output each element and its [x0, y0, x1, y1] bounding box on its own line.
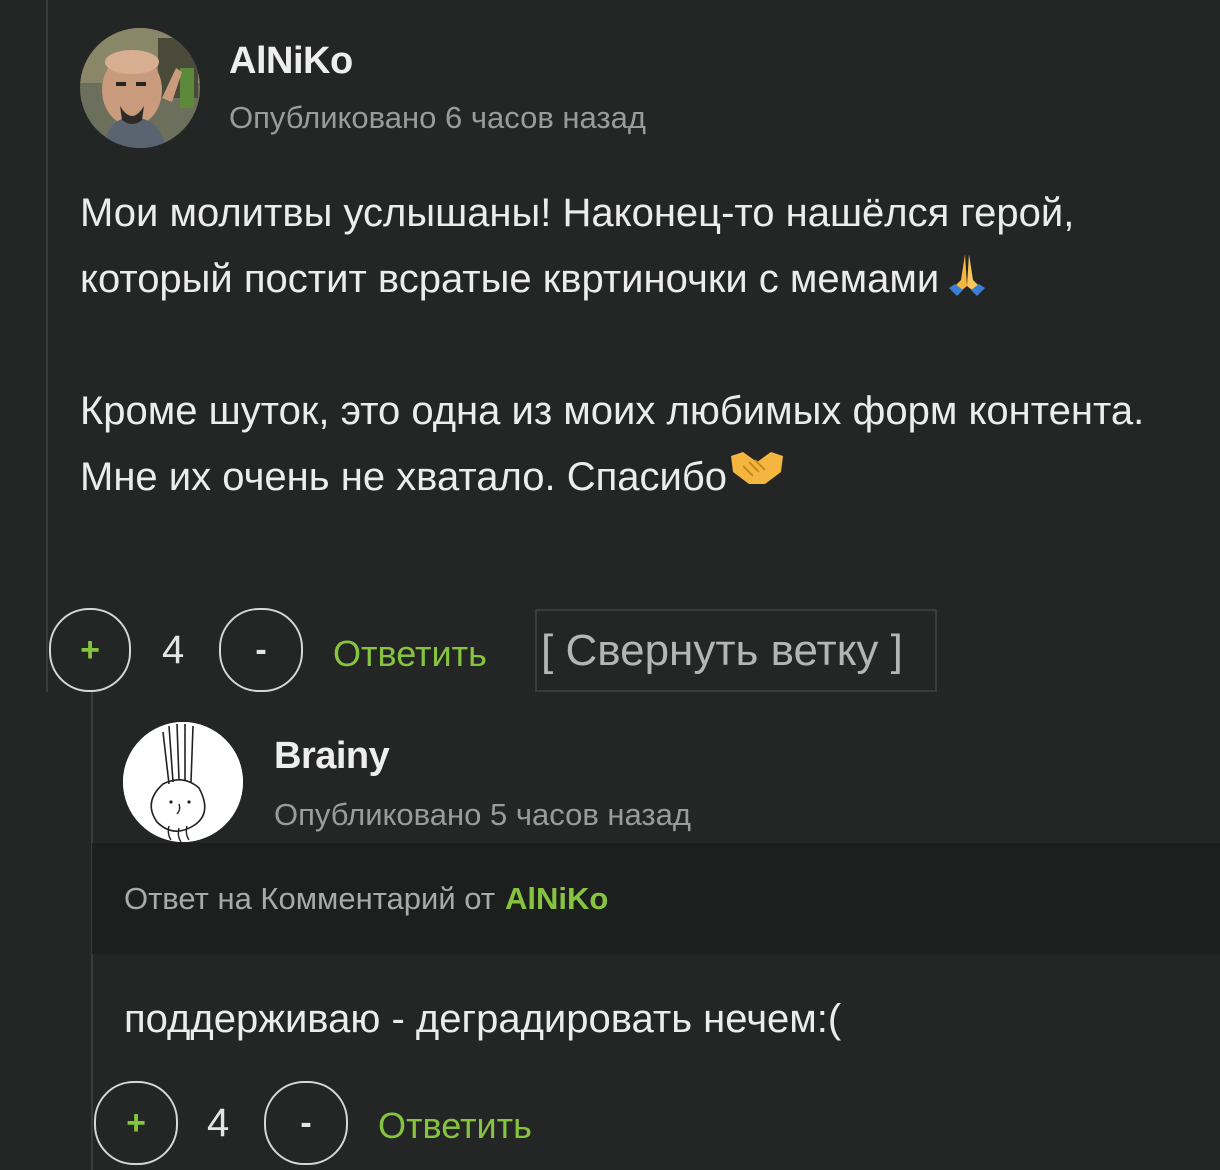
plus-icon: +	[126, 1103, 146, 1142]
avatar-alniko[interactable]	[80, 28, 200, 148]
downvote-button[interactable]: -	[264, 1081, 348, 1165]
comment-author[interactable]: AlNiKo	[229, 40, 353, 83]
rating-count: 4	[207, 1101, 230, 1145]
minus-icon: -	[255, 630, 267, 669]
comment-body: поддерживаю - деградировать нечем:(	[124, 997, 842, 1041]
upvote-button[interactable]: +	[49, 608, 131, 692]
reply-to-label: Ответ на Комментарий от	[124, 880, 496, 916]
comment-paragraph: Мои молитвы услышаны! Наконец-то нашёлся…	[80, 191, 1075, 301]
upvote-button[interactable]: +	[94, 1081, 178, 1165]
plus-icon: +	[80, 630, 100, 669]
comment-author[interactable]: Brainy	[274, 735, 390, 778]
comment-timestamp: Опубликовано 5 часов назад	[274, 797, 691, 832]
reply-to-author-link[interactable]: AlNiKo	[505, 881, 608, 917]
avatar-brainy[interactable]	[123, 722, 243, 842]
comment-timestamp: Опубликовано 6 часов назад	[229, 100, 646, 135]
rating-count: 4	[162, 628, 185, 672]
reply-button[interactable]: Ответить	[333, 633, 487, 675]
reply-button[interactable]: Ответить	[378, 1105, 532, 1147]
downvote-button[interactable]: -	[219, 608, 303, 692]
collapse-thread-button[interactable]: [ Свернуть ветку ]	[535, 609, 937, 692]
comment-body: Мои молитвы услышаны! Наконец-то нашёлся…	[80, 180, 1190, 510]
thread-line-root	[46, 0, 48, 692]
handshake-emoji-icon	[727, 444, 785, 510]
comment-paragraph: Кроме шуток, это одна из моих любимых фо…	[80, 389, 1145, 499]
reply-to-bar: Ответ на Комментарий от AlNiKo	[92, 843, 1220, 954]
pray-emoji-icon	[939, 246, 991, 312]
minus-icon: -	[300, 1103, 312, 1142]
